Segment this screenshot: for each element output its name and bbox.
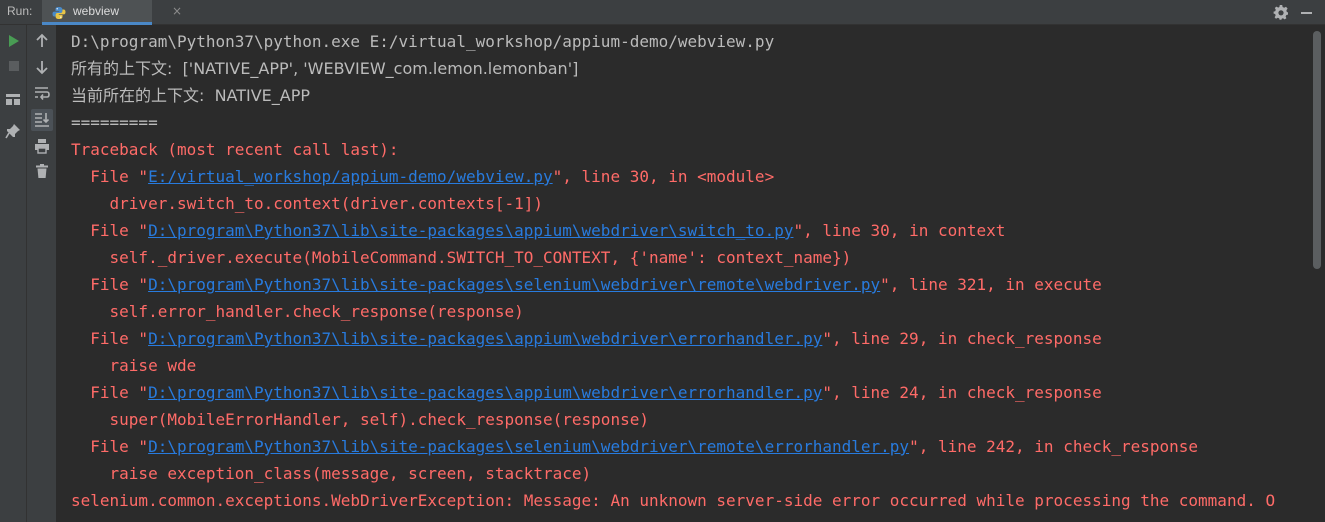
console-line: 当前所在的上下文: NATIVE_APP xyxy=(71,86,311,105)
file-link[interactable]: E:/virtual_workshop/appium-demo/webview.… xyxy=(148,167,553,186)
file-link[interactable]: D:\program\Python37\lib\site-packages\se… xyxy=(148,437,909,456)
exception-message: selenium.common.exceptions.WebDriverExce… xyxy=(71,491,1276,510)
traceback-frame: File "E:/virtual_workshop/appium-demo/we… xyxy=(71,167,775,186)
console-output[interactable]: D:\program\Python37\python.exe E:/virtua… xyxy=(57,25,1309,522)
file-link[interactable]: D:\program\Python37\lib\site-packages\ap… xyxy=(148,329,822,348)
run-tool-window: Run: webview × D:\program\Python37\pytho… xyxy=(0,0,1325,522)
file-link[interactable]: D:\program\Python37\lib\site-packages\ap… xyxy=(148,383,822,402)
traceback-frame: File "D:\program\Python37\lib\site-packa… xyxy=(71,437,1199,456)
traceback-code: raise exception_class(message, screen, s… xyxy=(71,464,592,483)
console-controls-gutter xyxy=(27,25,57,522)
scroll-to-end-icon[interactable] xyxy=(31,109,53,131)
file-link[interactable]: D:\program\Python37\lib\site-packages\ap… xyxy=(148,221,793,240)
console-line: D:\program\Python37\python.exe E:/virtua… xyxy=(71,32,775,51)
traceback-code: self.error_handler.check_response(respon… xyxy=(71,302,524,321)
soft-wrap-icon[interactable] xyxy=(33,84,51,102)
close-tab-icon[interactable]: × xyxy=(172,5,184,17)
vertical-scrollbar[interactable] xyxy=(1309,25,1325,522)
run-label: Run: xyxy=(7,4,33,18)
pin-icon[interactable] xyxy=(4,122,22,140)
rerun-icon[interactable] xyxy=(5,32,23,50)
arrow-down-icon[interactable] xyxy=(33,58,51,76)
tab-title: webview xyxy=(73,4,120,18)
print-icon[interactable] xyxy=(33,137,51,155)
tab-webview[interactable]: webview × xyxy=(42,0,182,25)
stop-icon[interactable] xyxy=(5,57,23,75)
traceback-code: super(MobileErrorHandler, self).check_re… xyxy=(71,410,649,429)
traceback-code: raise wde xyxy=(71,356,197,375)
arrow-up-icon[interactable] xyxy=(33,32,51,50)
traceback-frame: File "D:\program\Python37\lib\site-packa… xyxy=(71,275,1102,294)
traceback-code: self._driver.execute(MobileCommand.SWITC… xyxy=(71,248,852,267)
console-line: ========= xyxy=(71,113,158,132)
run-controls-gutter xyxy=(0,25,27,522)
traceback-frame: File "D:\program\Python37\lib\site-packa… xyxy=(71,383,1102,402)
python-icon xyxy=(52,5,66,19)
run-tab-bar: Run: webview × xyxy=(0,0,1325,25)
scrollbar-thumb[interactable] xyxy=(1313,31,1321,269)
gear-icon[interactable] xyxy=(1273,4,1289,20)
trash-icon[interactable] xyxy=(33,162,51,180)
traceback-frame: File "D:\program\Python37\lib\site-packa… xyxy=(71,329,1102,348)
traceback-header: Traceback (most recent call last): xyxy=(71,140,399,159)
minimize-icon[interactable] xyxy=(1301,12,1312,14)
traceback-code: driver.switch_to.context(driver.contexts… xyxy=(71,194,544,213)
file-link[interactable]: D:\program\Python37\lib\site-packages\se… xyxy=(148,275,880,294)
traceback-frame: File "D:\program\Python37\lib\site-packa… xyxy=(71,221,1006,240)
console-line: 所有的上下文: ['NATIVE_APP', 'WEBVIEW_com.lemo… xyxy=(71,59,579,78)
restore-layout-icon[interactable] xyxy=(4,90,22,108)
